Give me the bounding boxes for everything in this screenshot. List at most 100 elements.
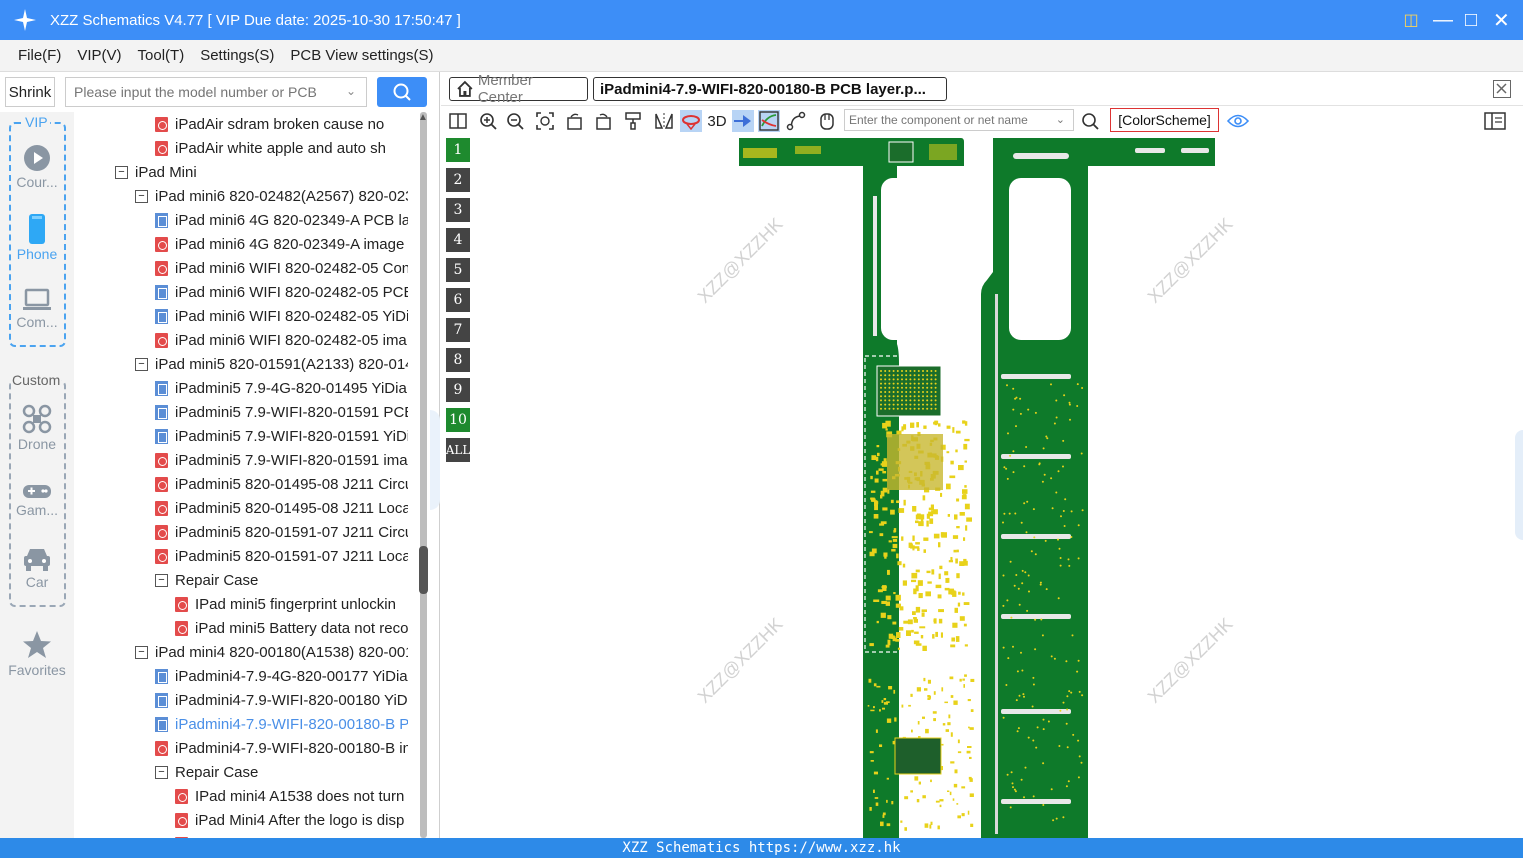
tree-folder[interactable]: − iPad mini4 820-00180(A1538) 820-001: [135, 640, 408, 664]
side-panel-toggle-icon[interactable]: [1484, 110, 1506, 132]
nav-drone[interactable]: Drone: [0, 404, 74, 452]
menu-pcb-view-settings[interactable]: PCB View settings(S): [290, 47, 433, 64]
tree-file[interactable]: iPadmini4-7.9-WIFI-820-00180-B in: [155, 736, 408, 760]
tree-file[interactable]: iPadmini5 7.9-WIFI-820-01591 YiDi: [155, 424, 408, 448]
tree-folder[interactable]: − Repair Case: [155, 568, 258, 592]
tree-file[interactable]: iPadmini5 820-01591-07 J211 Loca: [155, 544, 408, 568]
tab-pcb-file[interactable]: iPadmini4-7.9-WIFI-820-00180-B PCB layer…: [593, 77, 947, 101]
tree-file[interactable]: iPadAir sdram broken cause no: [155, 112, 384, 136]
layer-button-4[interactable]: 4: [446, 228, 470, 252]
tree-file[interactable]: IPad mini5 fingerprint unlockin: [175, 592, 396, 616]
component-search-icon[interactable]: [1079, 110, 1101, 132]
zoom-out-icon[interactable]: [504, 110, 526, 132]
close-button[interactable]: ✕: [1493, 8, 1510, 33]
layer-button-8[interactable]: 8: [446, 348, 470, 372]
nav-favorites[interactable]: Favorites: [0, 630, 74, 678]
model-search-input[interactable]: [66, 78, 336, 106]
tree-file[interactable]: iPadmini4-7.9-WIFI-820-00180 YiD: [155, 688, 408, 712]
chevron-down-icon[interactable]: ⌄: [346, 84, 356, 98]
component-search-field[interactable]: ⌄: [844, 109, 1074, 131]
nav-phone[interactable]: Phone: [0, 214, 74, 262]
tab-member-center[interactable]: Member Center: [449, 72, 588, 106]
tree-file[interactable]: iPad mini6 WIFI 820-02482-05 ima: [155, 328, 407, 352]
vip-badge-icon[interactable]: ◫: [1403, 10, 1419, 30]
nav-computer[interactable]: Com...: [0, 288, 74, 330]
chevron-down-icon[interactable]: ⌄: [1056, 113, 1065, 126]
menu-tool[interactable]: Tool(T): [138, 47, 185, 64]
pin-mode-icon[interactable]: [732, 110, 754, 132]
scroll-up-icon[interactable]: ▲: [418, 112, 428, 123]
hand-pan-icon[interactable]: [816, 110, 838, 132]
layer-button-3[interactable]: 3: [446, 198, 470, 222]
collapse-icon[interactable]: −: [115, 165, 128, 179]
split-view-icon[interactable]: [447, 110, 469, 132]
nav-game[interactable]: Gam...: [0, 482, 74, 518]
minimize-button[interactable]: —: [1433, 9, 1453, 32]
tree-file[interactable]: iPad Mini4 After the logo is disp: [175, 808, 404, 832]
tree-file[interactable]: iPad mini6 4G 820-02349-A PCB la: [155, 208, 408, 232]
nav-courses[interactable]: Cour...: [0, 144, 74, 190]
paint-brush-icon[interactable]: [622, 110, 644, 132]
mirror-icon[interactable]: [653, 110, 675, 132]
tree-file[interactable]: iPadmini5 7.9-WIFI-820-01591 ima: [155, 448, 408, 472]
layer-button-2[interactable]: 2: [446, 168, 470, 192]
layer-button-10[interactable]: 10: [446, 408, 470, 432]
tree-file[interactable]: iPadmini5 820-01495-08 J211 Loca: [155, 496, 408, 520]
highlight-net-icon[interactable]: [680, 110, 702, 132]
layer-button-7[interactable]: 7: [446, 318, 470, 342]
eye-icon[interactable]: [1227, 110, 1249, 132]
tree-file[interactable]: iPadmini4-7.9-4G-820-00177 YiDia: [155, 664, 408, 688]
fit-view-icon[interactable]: [534, 110, 556, 132]
tree-file[interactable]: iPad mini6 WIFI 820-02482-05 YiDi: [155, 304, 408, 328]
component-search-input[interactable]: [845, 110, 1045, 130]
tree-file[interactable]: iPad mini6 WIFI 820-02482-05 PCB: [155, 280, 408, 304]
nav-car[interactable]: Car: [0, 546, 74, 590]
scrollbar-thumb[interactable]: [419, 546, 428, 594]
collapse-icon[interactable]: −: [155, 573, 168, 587]
collapse-icon[interactable]: −: [155, 765, 168, 779]
tree-file[interactable]: iPadmini4-7.9-WIFI-820-00180-B P: [155, 712, 408, 736]
maximize-button[interactable]: □: [1463, 9, 1479, 32]
collapse-icon[interactable]: −: [135, 645, 148, 659]
layer-button-1[interactable]: 1: [446, 138, 470, 162]
shrink-button[interactable]: Shrink: [5, 77, 55, 107]
zoom-in-icon[interactable]: [477, 110, 499, 132]
tree-file[interactable]: iPad mini6 WIFI 820-02482-05 Con: [155, 256, 408, 280]
3d-view-button[interactable]: 3D: [705, 110, 729, 132]
tree-file[interactable]: iPadmini5 820-01495-08 J211 Circu: [155, 472, 408, 496]
layer-button-5[interactable]: 5: [446, 258, 470, 282]
tree-file[interactable]: iPadmini5 7.9-WIFI-820-01591 PCB: [155, 400, 408, 424]
tree-folder[interactable]: − iPad mini5 820-01591(A2133) 820-014: [135, 352, 408, 376]
right-panel-handle[interactable]: [1515, 430, 1523, 540]
scrollbar-track[interactable]: [420, 112, 427, 838]
rotate-left-icon[interactable]: [564, 110, 586, 132]
tree-file[interactable]: iPad mini6 4G 820-02349-A image: [155, 232, 404, 256]
layer-button-9[interactable]: 9: [446, 378, 470, 402]
search-button[interactable]: [377, 77, 427, 107]
tree-folder[interactable]: − Repair Case: [155, 760, 258, 784]
pcb-board-render[interactable]: XZZ@XZZHK XZZ@XZZHK XZZ@XZZHK XZZ@XZZHK: [475, 134, 1523, 838]
tree-file[interactable]: IPad mini4 A1538 does not turn: [175, 784, 404, 808]
model-search-field[interactable]: ⌄: [65, 77, 367, 107]
close-all-tabs-icon[interactable]: [1493, 80, 1511, 98]
tree-file[interactable]: iPadAir white apple and auto sh: [155, 136, 386, 160]
menu-vip[interactable]: VIP(V): [77, 47, 121, 64]
menu-settings[interactable]: Settings(S): [200, 47, 274, 64]
panel-collapse-handle[interactable]: [430, 410, 440, 510]
collapse-icon[interactable]: −: [135, 357, 148, 371]
trace-route-icon[interactable]: [785, 110, 807, 132]
tree-file[interactable]: iPadmini5 820-01591-07 J211 Circu: [155, 520, 408, 544]
layer-button-6[interactable]: 6: [446, 288, 470, 312]
tree-folder[interactable]: − iPad mini6 820-02482(A2567) 820-023: [135, 184, 408, 208]
layer-button-all[interactable]: ALL: [446, 438, 470, 462]
tree-scrollbar[interactable]: ▲: [416, 112, 430, 838]
tree-file[interactable]: iPad mini5 Battery data not reco: [175, 616, 408, 640]
rotate-right-icon[interactable]: [592, 110, 614, 132]
menu-file[interactable]: File(F): [18, 47, 61, 64]
pcb-canvas[interactable]: XZZ@XZZHK XZZ@XZZHK XZZ@XZZHK XZZ@XZZHK: [475, 134, 1523, 838]
color-scheme-button[interactable]: [ColorScheme]: [1110, 108, 1219, 132]
tree-file[interactable]: iPadmini5 7.9-4G-820-01495 YiDia: [155, 376, 407, 400]
net-overlay-icon[interactable]: [758, 110, 780, 132]
collapse-icon[interactable]: −: [135, 189, 148, 203]
tree-folder[interactable]: − iPad Mini: [115, 160, 197, 184]
